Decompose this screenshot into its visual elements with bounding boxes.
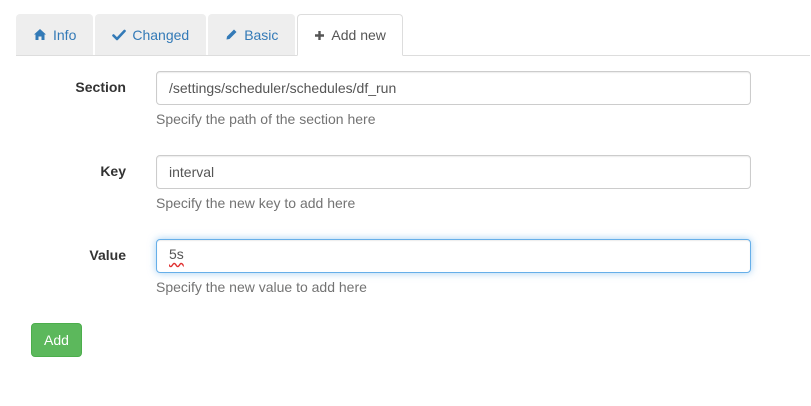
tab-add-new[interactable]: Add new (297, 14, 403, 56)
tab-basic[interactable]: Basic (208, 14, 296, 55)
key-label: Key (100, 163, 126, 179)
value-input[interactable]: 5s (156, 239, 751, 273)
tab-add-new-label: Add new (331, 27, 386, 43)
tab-bar: Info Changed Basic Add new (16, 14, 810, 56)
tab-basic-label: Basic (244, 26, 279, 43)
key-help-text: Specify the new key to add here (156, 195, 356, 211)
plus-icon (314, 30, 325, 41)
section-label: Section (75, 79, 126, 95)
pencil-icon (225, 28, 238, 41)
check-icon (112, 29, 127, 41)
tab-changed[interactable]: Changed (95, 14, 207, 55)
add-button[interactable]: Add (31, 323, 82, 357)
value-help-text: Specify the new value to add here (156, 279, 367, 295)
value-label: Value (89, 247, 126, 263)
home-icon (33, 28, 47, 41)
tab-info-label: Info (53, 26, 77, 43)
value-input-text: 5s (169, 246, 184, 262)
key-input[interactable] (156, 155, 751, 189)
tab-changed-label: Changed (132, 26, 190, 43)
section-input[interactable] (156, 71, 751, 105)
tab-info[interactable]: Info (16, 14, 94, 55)
add-setting-page: Info Changed Basic Add new Section /sett… (0, 0, 811, 406)
section-help-text: Specify the path of the section here (156, 111, 376, 127)
